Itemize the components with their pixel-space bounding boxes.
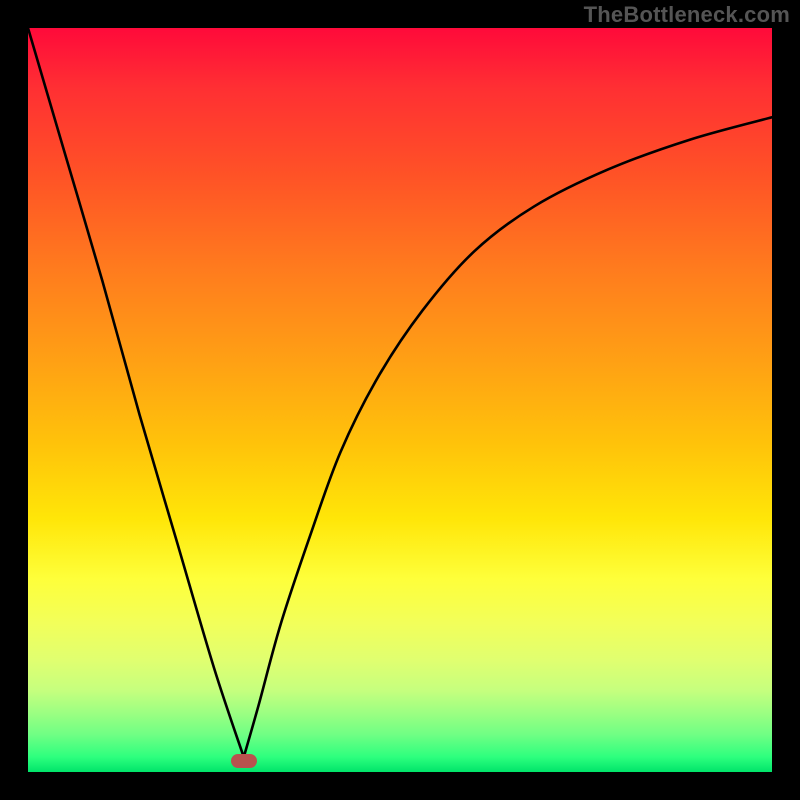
vertex-marker [231,754,257,768]
watermark-text: TheBottleneck.com [584,2,790,28]
curve-svg [28,28,772,772]
curve-left-branch [28,28,244,757]
chart-container: TheBottleneck.com [0,0,800,800]
curve-right-branch [244,117,772,757]
plot-area [28,28,772,772]
